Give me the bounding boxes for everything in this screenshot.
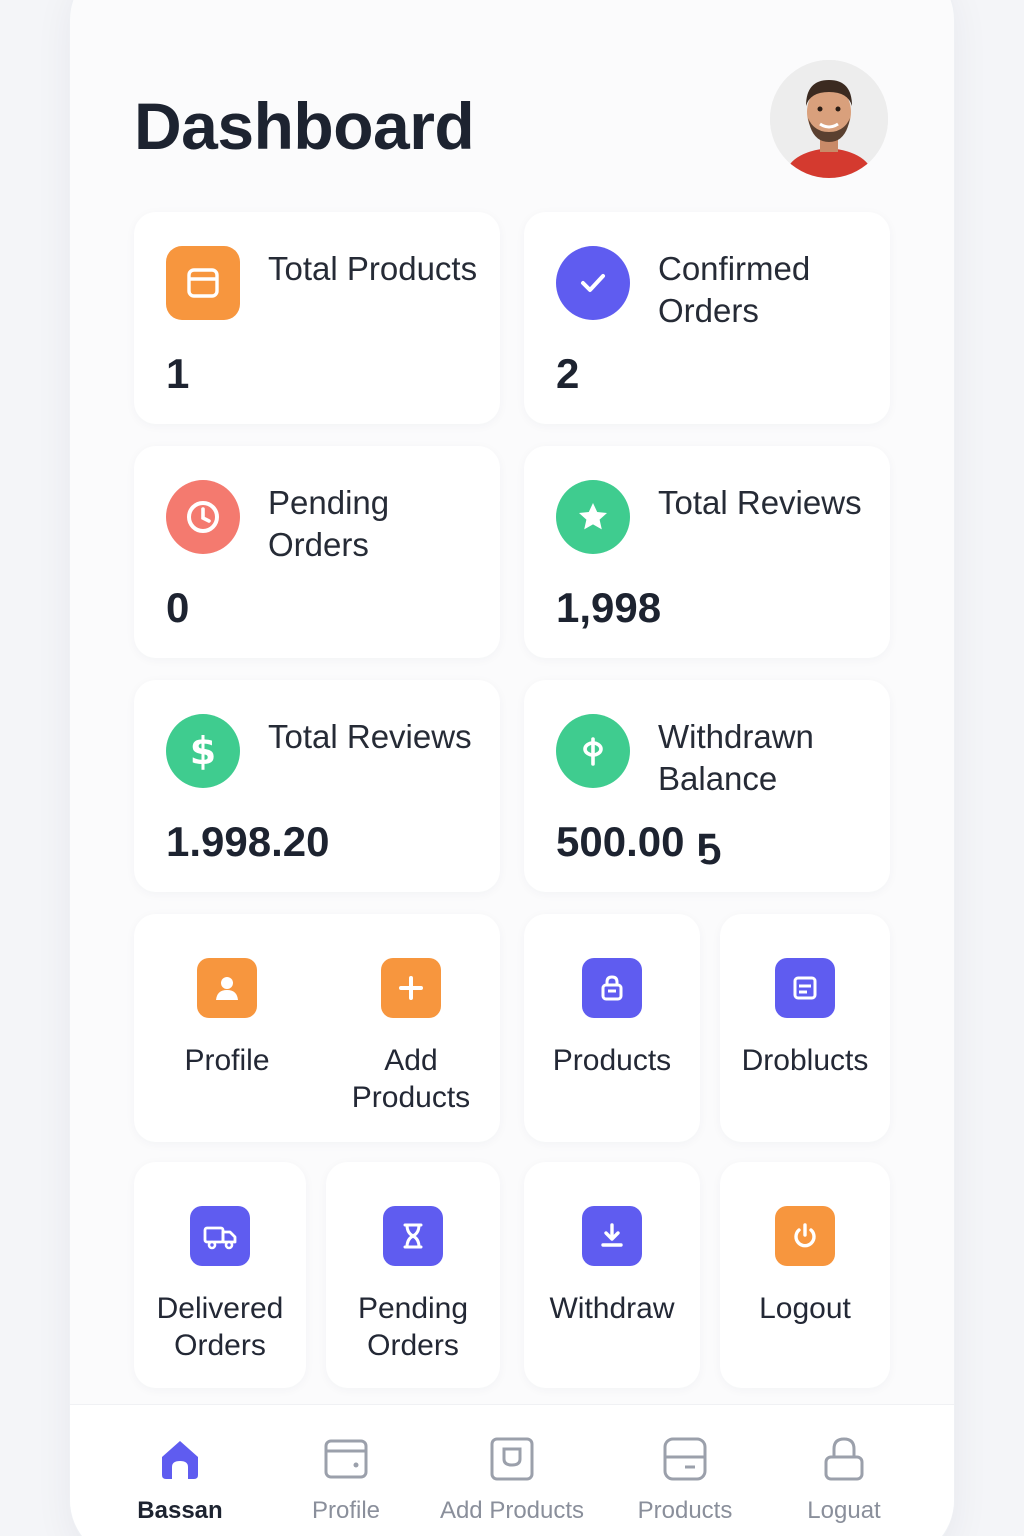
action-products[interactable]: Products: [532, 958, 692, 1079]
stat-card-total-earnings[interactable]: $ Total Reviews 1.998.20: [134, 680, 500, 892]
stat-card-pending-orders[interactable]: Pending Orders 0: [134, 446, 500, 658]
list-icon: [775, 958, 835, 1018]
nav-item-logout[interactable]: Loguat: [764, 1435, 924, 1525]
stat-value: 500.00 ҕ: [556, 818, 722, 865]
star-icon: [556, 480, 630, 554]
action-label: Products: [552, 1044, 672, 1077]
action-profile[interactable]: Profile: [152, 958, 302, 1079]
bottom-nav: Bassan Profile Add Products Products Log…: [70, 1404, 954, 1536]
stat-label: Total Products: [268, 250, 478, 287]
action-label: Add Products: [351, 1044, 471, 1114]
hourglass-icon: [383, 1206, 443, 1266]
home-icon: [156, 1435, 204, 1483]
page-title: Dashboard: [134, 89, 475, 163]
nav-label: Loguat: [807, 1497, 881, 1524]
box-icon: [166, 246, 240, 320]
action-label: Pending Orders: [357, 1292, 469, 1362]
stat-value: 1.998.20: [166, 818, 330, 865]
currency-icon: [556, 714, 630, 788]
nav-item-products[interactable]: Products: [605, 1435, 765, 1525]
action-label: Delivered Orders: [156, 1292, 284, 1362]
stat-value: 2: [556, 350, 580, 397]
nav-item-profile[interactable]: Profile: [266, 1435, 426, 1525]
stat-card-confirmed-orders[interactable]: Confirmed Orders 2: [524, 212, 890, 424]
stat-value: 0: [166, 584, 190, 631]
stat-value: 1: [166, 350, 190, 397]
stat-card-total-products[interactable]: Total Products 1: [134, 212, 500, 424]
stat-label: Confirmed Orders: [658, 250, 811, 329]
lock-icon: [820, 1435, 868, 1483]
action-withdraw[interactable]: Withdraw: [524, 1206, 700, 1327]
user-icon: [197, 958, 257, 1018]
stat-label: Total Reviews: [268, 718, 472, 755]
stat-label: Withdrawn Balance: [658, 718, 814, 797]
action-label: Logout: [759, 1292, 851, 1325]
action-add-products[interactable]: Add Products: [326, 958, 496, 1116]
wallet-icon: [322, 1435, 370, 1483]
action-delivered-orders[interactable]: Delivered Orders: [134, 1206, 306, 1364]
truck-icon: [190, 1206, 250, 1266]
stat-value: 1,998: [556, 584, 662, 631]
card-icon: [661, 1435, 709, 1483]
nav-item-add-products[interactable]: Add Products: [432, 1435, 592, 1525]
action-label: Profile: [184, 1044, 270, 1077]
stat-card-total-reviews[interactable]: Total Reviews 1,998: [524, 446, 890, 658]
action-label: Withdraw: [549, 1292, 675, 1325]
nav-item-home[interactable]: Bassan: [100, 1435, 260, 1525]
action-logout[interactable]: Logout: [720, 1206, 890, 1327]
lock-bag-icon: [582, 958, 642, 1018]
plus-icon: [381, 958, 441, 1018]
action-label: Droblucts: [741, 1044, 869, 1077]
nav-label: Products: [637, 1497, 733, 1524]
clock-icon: [166, 480, 240, 554]
stat-label: Pending Orders: [268, 484, 390, 563]
check-icon: [556, 246, 630, 320]
stat-card-withdrawn-balance[interactable]: Withdrawn Balance 500.00 ҕ: [524, 680, 890, 892]
power-icon: [775, 1206, 835, 1266]
stat-label: Total Reviews: [658, 484, 862, 521]
action-droblucts[interactable]: Droblucts: [720, 958, 890, 1079]
tag-icon: [488, 1435, 536, 1483]
action-pending-orders[interactable]: Pending Orders: [326, 1206, 500, 1364]
avatar[interactable]: [770, 60, 888, 178]
download-icon: [582, 1206, 642, 1266]
dollar-icon: $: [166, 714, 240, 788]
nav-label: Add Products: [439, 1497, 585, 1524]
nav-label: Profile: [311, 1497, 381, 1524]
app-screen: Dashboard Total Products 1 Confirmed Ord…: [70, 0, 954, 1536]
nav-label: Bassan: [137, 1497, 223, 1524]
